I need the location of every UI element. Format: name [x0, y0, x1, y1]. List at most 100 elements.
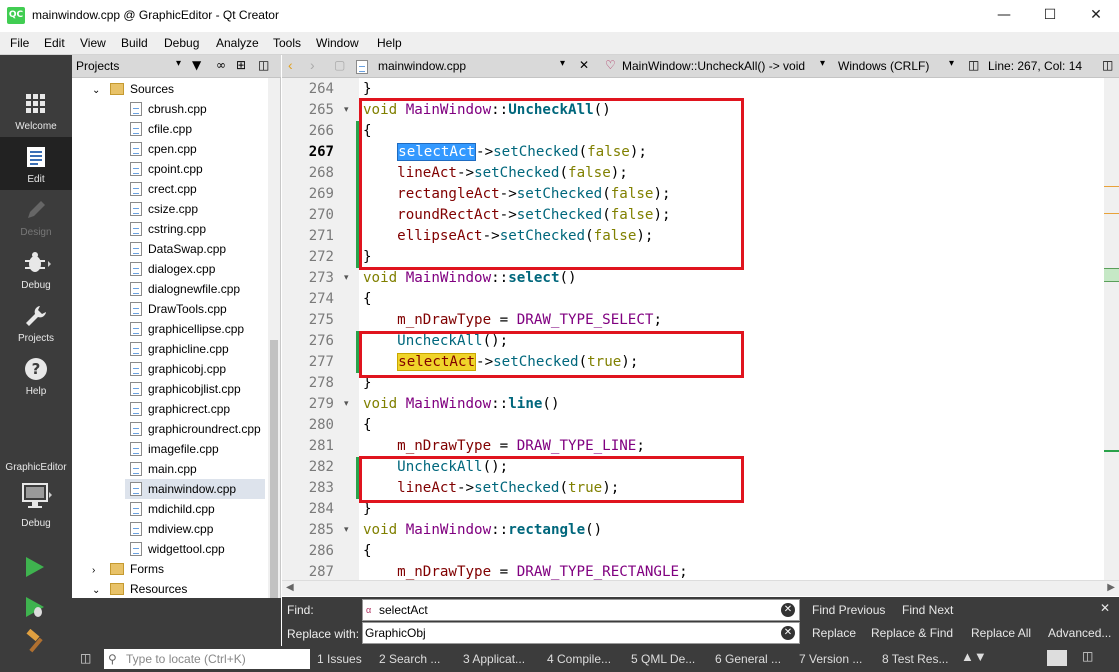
kit-selector[interactable]: Debug	[0, 480, 72, 540]
fold-marker-icon[interactable]: ▾	[344, 400, 353, 409]
mode-projects[interactable]: Projects	[0, 296, 72, 349]
split-editor-icon[interactable]: ◫	[968, 58, 979, 72]
file-item[interactable]: main.cpp	[130, 459, 197, 479]
toggle-progress-icon[interactable]: ◫	[1082, 649, 1093, 663]
menu-help[interactable]: Help	[377, 36, 402, 50]
mode-debug[interactable]: Debug	[0, 243, 72, 296]
file-item[interactable]: cstring.cpp	[130, 219, 206, 239]
encoding-dropdown[interactable]: ▾	[949, 58, 954, 69]
code-line[interactable]: m_nDrawType = DRAW_TYPE_LINE;	[363, 436, 645, 457]
close-find-icon[interactable]: ✕	[1100, 601, 1110, 615]
file-item[interactable]: widgettool.cpp	[130, 539, 225, 559]
file-item[interactable]: DataSwap.cpp	[130, 239, 226, 259]
replace-button[interactable]: Replace	[812, 626, 856, 640]
output-tab[interactable]: 8 Test Res...	[882, 652, 948, 666]
file-item[interactable]: cbrush.cpp	[130, 99, 207, 119]
code-line[interactable]: {	[363, 289, 372, 310]
build-button[interactable]	[24, 628, 48, 656]
resources-folder[interactable]: ⌄ Resources	[92, 579, 187, 598]
scroll-left-icon[interactable]: ◀	[286, 582, 294, 593]
back-arrow-icon[interactable]: ‹	[288, 57, 293, 73]
locator-input[interactable]: ⚲ Type to locate (Ctrl+K)	[104, 649, 310, 669]
minimize-button[interactable]: —	[981, 0, 1027, 32]
open-docs-dropdown[interactable]: ▾	[560, 58, 565, 69]
file-item[interactable]: csize.cpp	[130, 199, 198, 219]
code-line[interactable]: m_nDrawType = DRAW_TYPE_SELECT;	[363, 310, 662, 331]
file-item[interactable]: graphicroundrect.cpp	[130, 419, 261, 439]
code-line[interactable]: void MainWindow::line()	[363, 394, 560, 415]
menu-build[interactable]: Build	[121, 36, 148, 50]
replace-all-button[interactable]: Replace All	[971, 626, 1031, 640]
menu-tools[interactable]: Tools	[273, 36, 301, 50]
mode-help[interactable]: ? Help	[0, 349, 72, 402]
find-input[interactable]: α selectAct ✕	[362, 599, 800, 621]
scroll-thumb[interactable]	[270, 340, 278, 598]
debug-run-button[interactable]	[24, 595, 46, 622]
menu-view[interactable]: View	[80, 36, 106, 50]
file-item[interactable]: mainwindow.cpp	[125, 479, 265, 499]
file-item[interactable]: mdichild.cpp	[130, 499, 215, 519]
code-line[interactable]: {	[363, 541, 372, 562]
fold-marker-icon[interactable]: ▾	[344, 526, 353, 535]
editor-vertical-scrollbar[interactable]	[1104, 78, 1119, 580]
open-file-name[interactable]: mainwindow.cpp	[378, 59, 466, 73]
symbol-dropdown[interactable]: ▾	[820, 58, 825, 69]
link-icon[interactable]: ∞	[216, 58, 226, 72]
file-item[interactable]: imagefile.cpp	[130, 439, 219, 459]
split-view-icon[interactable]: ◫	[1102, 58, 1113, 72]
advanced-button[interactable]: Advanced...	[1048, 626, 1111, 640]
forward-arrow-icon[interactable]: ›	[310, 57, 315, 73]
file-item[interactable]: mdiview.cpp	[130, 519, 213, 539]
scroll-position-indicator[interactable]	[1104, 268, 1119, 282]
close-document-icon[interactable]: ✕	[579, 58, 589, 72]
code-line[interactable]: void MainWindow::rectangle()	[363, 520, 602, 541]
output-tab[interactable]: 7 Version ...	[799, 652, 862, 666]
menu-file[interactable]: File	[10, 36, 29, 50]
menu-window[interactable]: Window	[316, 36, 359, 50]
file-item[interactable]: graphicobj.cpp	[130, 359, 226, 379]
symbol-selector[interactable]: MainWindow::UncheckAll() -> void	[622, 59, 805, 73]
code-line[interactable]: void MainWindow::select()	[363, 268, 577, 289]
file-item[interactable]: DrawTools.cpp	[130, 299, 227, 319]
project-tree-scrollbar[interactable]	[268, 78, 280, 598]
output-arrows-icon[interactable]: ▲▼	[961, 649, 987, 664]
editor-horizontal-scrollbar[interactable]: ◀ ▶	[282, 580, 1119, 596]
run-button[interactable]	[24, 555, 46, 582]
replace-input[interactable]: GraphicObj ✕	[362, 622, 800, 644]
close-button[interactable]: ✕	[1073, 0, 1119, 32]
file-item[interactable]: graphicline.cpp	[130, 339, 229, 359]
line-ending-selector[interactable]: Windows (CRLF)	[838, 59, 929, 73]
menu-debug[interactable]: Debug	[164, 36, 199, 50]
filter-icon[interactable]: ▼	[192, 58, 201, 72]
file-item[interactable]: dialogex.cpp	[130, 259, 215, 279]
file-item[interactable]: graphicobjlist.cpp	[130, 379, 241, 399]
output-tab[interactable]: 2 Search ...	[379, 652, 440, 666]
maximize-button[interactable]: ☐	[1027, 0, 1073, 32]
cursor-position[interactable]: Line: 267, Col: 14	[988, 59, 1082, 73]
close-panel-icon[interactable]: ◫	[258, 58, 269, 72]
file-item[interactable]: graphicrect.cpp	[130, 399, 230, 419]
sources-folder[interactable]: ⌄ Sources	[92, 79, 174, 99]
file-item[interactable]: cfile.cpp	[130, 119, 192, 139]
find-next-button[interactable]: Find Next	[902, 603, 953, 617]
forms-folder[interactable]: › Forms	[92, 559, 164, 579]
fold-marker-icon[interactable]: ▾	[344, 106, 353, 115]
find-previous-button[interactable]: Find Previous	[812, 603, 885, 617]
split-icon[interactable]: ⊞	[236, 58, 246, 72]
file-item[interactable]: dialognewfile.cpp	[130, 279, 240, 299]
fold-marker-icon[interactable]: ▾	[344, 274, 353, 283]
clear-find-icon[interactable]: ✕	[781, 603, 795, 617]
code-line[interactable]: }	[363, 79, 372, 100]
mode-welcome[interactable]: Welcome	[0, 84, 72, 137]
output-tab[interactable]: 1 Issues	[317, 652, 362, 666]
replace-and-find-button[interactable]: Replace & Find	[871, 626, 953, 640]
file-item[interactable]: crect.cpp	[130, 179, 197, 199]
mode-edit[interactable]: Edit	[0, 137, 72, 190]
progress-toggle-icon[interactable]	[1047, 650, 1067, 666]
file-item[interactable]: cpen.cpp	[130, 139, 197, 159]
menu-edit[interactable]: Edit	[44, 36, 65, 50]
toggle-sidebar-icon[interactable]: ◫	[80, 651, 91, 665]
code-line[interactable]: {	[363, 415, 372, 436]
output-tab[interactable]: 6 General ...	[715, 652, 781, 666]
search-options-icon[interactable]: α	[366, 600, 371, 620]
